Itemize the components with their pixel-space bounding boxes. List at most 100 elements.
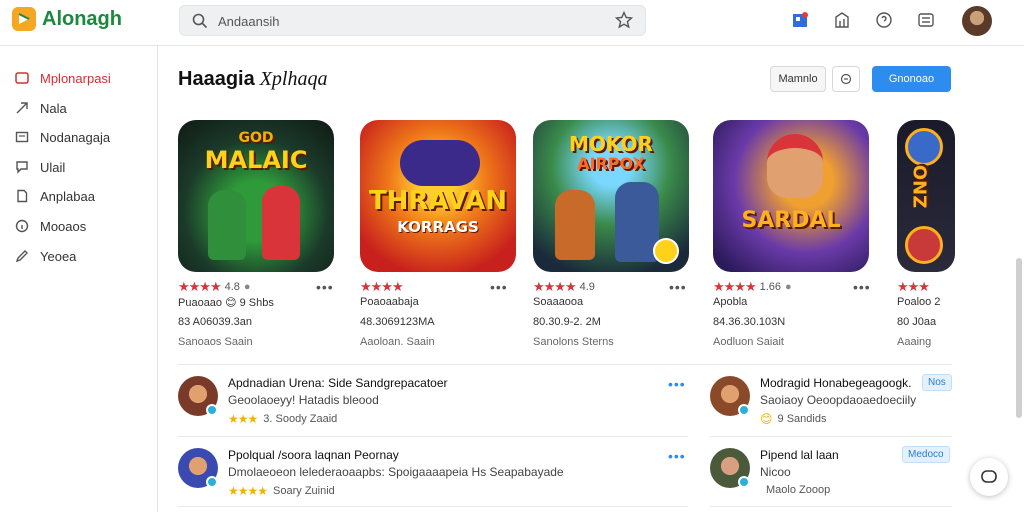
refresh-icon <box>840 73 852 85</box>
more-options-icon[interactable]: ••• <box>668 448 686 464</box>
inbox-icon[interactable] <box>916 10 936 30</box>
list-item[interactable]: Apdnadian Urena: Side Sandgrepacatoer Ge… <box>178 376 688 426</box>
card-line-3: Aaoloan. Saain <box>360 336 435 348</box>
sidebar-item-label: Nodanagaja <box>40 129 111 145</box>
sidebar-item-1[interactable]: Nala <box>14 100 67 116</box>
rating-stars: ★★★★ <box>178 279 222 294</box>
sidebar-item-2[interactable]: Nodanagaja <box>14 129 110 145</box>
card-art-title-top: GOD <box>238 130 274 146</box>
filter-button[interactable]: Mamnlo <box>770 66 826 92</box>
primary-button[interactable]: Gnonoao <box>872 66 951 92</box>
list-item-meta: Maolo Zooop <box>766 484 831 496</box>
library-icon[interactable] <box>832 10 852 30</box>
help-icon[interactable] <box>874 10 894 30</box>
verified-badge-icon <box>738 404 750 416</box>
list-item[interactable]: Ppolqual /soora laqnan Peornay Dmolaeoeo… <box>178 448 688 498</box>
sidebar-item-label: Ulail <box>40 159 66 175</box>
search-bar[interactable] <box>179 5 646 36</box>
card-art-title: THRAVAN <box>368 186 508 216</box>
more-options-icon[interactable]: ••• <box>668 376 686 392</box>
app-card-art[interactable]: ZNO <box>897 120 955 272</box>
app-card[interactable]: THRAVAN KORRAGS ★★★★ ••• Poaoaabaja 48.3… <box>360 120 520 348</box>
list-item-meta: ★★★★ Soary Zuinid <box>228 484 335 498</box>
sidebar-item-3[interactable]: Ulail <box>14 159 65 175</box>
character-figure <box>555 190 595 260</box>
app-name: Alonagh <box>42 7 122 30</box>
list-item[interactable]: Modragid Honabegeagoogk. Saoiaoy Oeoopda… <box>710 374 952 426</box>
character-portrait <box>905 226 943 264</box>
page-title: Haaagia Xplhaqa <box>178 68 328 90</box>
list-item-tag[interactable]: Nos <box>922 374 952 391</box>
row-divider <box>710 436 952 437</box>
app-card[interactable]: GOD MALAIC ★★★★ 4.8 ● ••• Puaoaao 😊 9 Shbs… <box>178 120 338 348</box>
sidebar-item-0[interactable]: Mplonarpasi <box>14 70 111 86</box>
chat-icon <box>14 159 30 175</box>
app-card-art[interactable]: THRAVAN KORRAGS <box>360 120 516 272</box>
search-icon <box>192 13 208 34</box>
card-line-3: Sanoaos Saain <box>178 336 253 348</box>
card-line-2: 48.3069123MA <box>360 316 435 328</box>
list-item-meta: ★★★ 3. Soody Zaaid <box>228 412 338 426</box>
section-divider <box>178 364 952 365</box>
list-item-desc: Nicoo <box>760 465 791 479</box>
verified-badge-icon <box>206 476 218 488</box>
arrow-icon <box>14 100 30 116</box>
sidebar-item-5[interactable]: Mooaos <box>14 218 86 234</box>
card-art-subtitle: AIRPOX <box>577 154 645 173</box>
chat-button[interactable] <box>970 458 1008 496</box>
search-input[interactable] <box>218 12 578 30</box>
chat-icon <box>981 470 997 483</box>
list-item-title: Ppolqual /soora laqnan Peornay <box>228 448 399 462</box>
user-avatar[interactable] <box>962 6 992 36</box>
sidebar-item-4[interactable]: Anplabaa <box>14 188 95 204</box>
verified-badge-icon <box>206 404 218 416</box>
info-icon <box>14 218 30 234</box>
scrollbar[interactable] <box>1016 258 1022 418</box>
app-card[interactable]: MOKOR AIRPOX ★★★★ 4.9 ••• Soaaaooa 80.30.… <box>533 120 693 348</box>
notification-icon[interactable] <box>790 10 810 30</box>
card-line-2: 83 A06039.3an <box>178 316 253 328</box>
card-art-title: ZNO <box>910 164 932 209</box>
character-figure <box>262 186 300 260</box>
rating-stars: ★★★★ <box>533 279 577 294</box>
more-options-icon[interactable]: ••• <box>316 279 334 295</box>
app-logo[interactable]: Alonagh <box>12 7 122 31</box>
favorite-star-icon[interactable] <box>614 10 634 34</box>
row-divider <box>178 506 688 507</box>
sidebar: Mplonarpasi Nala Nodanagaja Ulail Anplab… <box>0 46 158 512</box>
top-icon-group <box>790 10 936 30</box>
row-divider <box>710 506 952 507</box>
more-options-icon[interactable]: ••• <box>490 279 508 295</box>
card-line-1: Soaaaooa <box>533 296 584 308</box>
card-line-3: Sanolons Sterns <box>533 336 614 348</box>
app-card[interactable]: ZNO ★★★ Poaloo 2 80 J0aa Aaaing <box>897 120 957 360</box>
card-rating: ★★★★ 1.66 ● <box>713 279 792 294</box>
verified-badge-icon <box>738 476 750 488</box>
card-rating: ★★★ <box>897 279 933 295</box>
card-rating: ★★★★ 4.8 ● <box>178 279 251 294</box>
card-line-2: 80.30.9-2. 2M <box>533 316 601 328</box>
app-card-art[interactable]: MOKOR AIRPOX <box>533 120 689 272</box>
more-options-icon[interactable]: ••• <box>853 279 871 295</box>
card-line-3: Aaaing <box>897 336 932 348</box>
list-item[interactable]: Pipend lal laan Nicoo Maolo Zooop Medoco <box>710 446 952 496</box>
more-options-icon[interactable]: ••• <box>669 279 687 295</box>
logo-icon <box>12 7 36 31</box>
app-card-art[interactable]: GOD MALAIC <box>178 120 334 272</box>
character-figure <box>767 134 823 198</box>
list-item-desc: Saoiaoy Oeoopdaoaedoeciily <box>760 393 917 407</box>
card-line-1: Apobla <box>713 296 748 308</box>
box-icon <box>14 129 30 145</box>
doc-icon <box>14 188 30 204</box>
app-card[interactable]: SARDAL ★★★★ 1.66 ● ••• Apobla 84.36.30.103… <box>713 120 873 348</box>
card-art-subtitle: KORRAGS <box>397 218 479 236</box>
card-art-title: SARDAL <box>741 208 841 233</box>
list-item-title: Pipend lal laan <box>760 448 839 462</box>
card-line-2: 80 J0aa <box>897 316 937 328</box>
refresh-button[interactable] <box>832 66 860 92</box>
sidebar-item-6[interactable]: Yeoea <box>14 248 76 264</box>
top-bar: Alonagh <box>0 0 1024 46</box>
list-item-tag[interactable]: Medoco <box>902 446 950 463</box>
tag-icon <box>14 70 30 86</box>
app-card-art[interactable]: SARDAL <box>713 120 869 272</box>
